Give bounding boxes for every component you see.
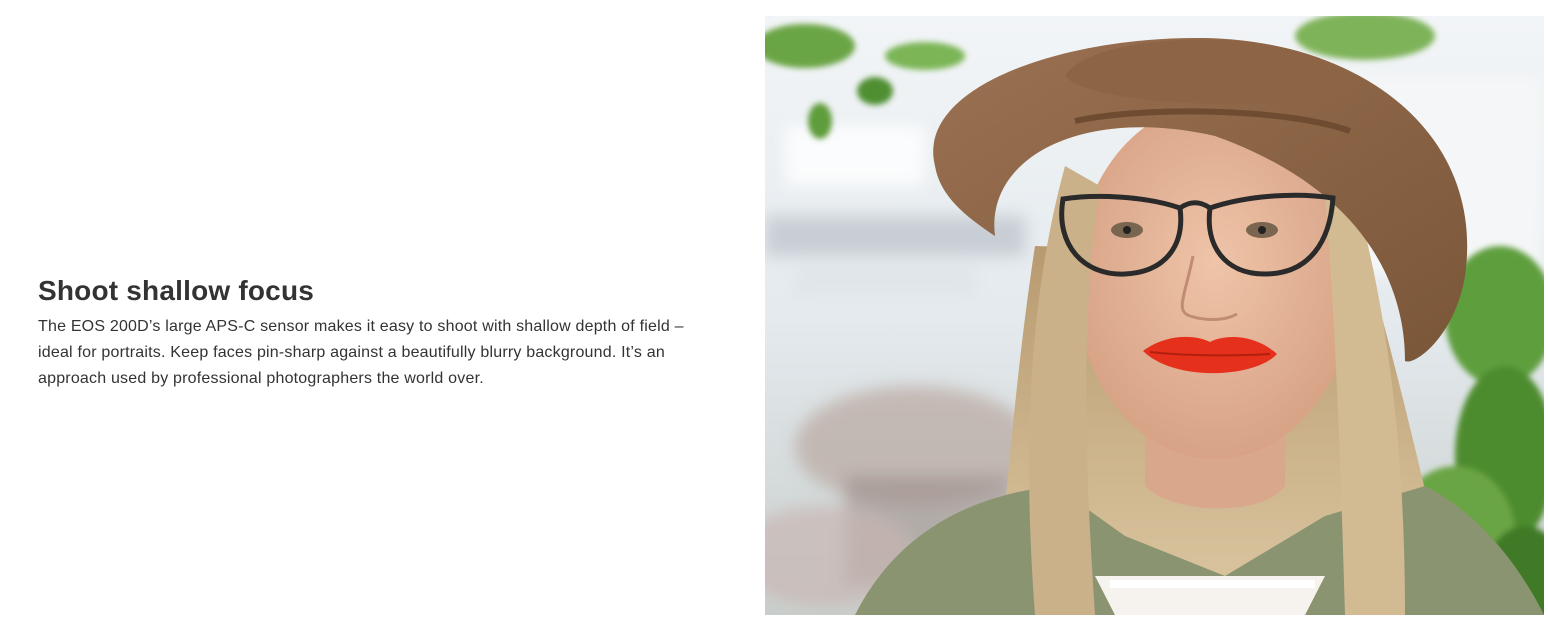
portrait-photo	[765, 16, 1544, 615]
section-title: Shoot shallow focus	[38, 275, 315, 306]
feature-section: Shoot shallow focus The EOS 200D’s large…	[0, 0, 1548, 636]
portrait-illustration	[765, 16, 1544, 615]
feature-copy: Shoot shallow focus The EOS 200D’s large…	[38, 272, 698, 392]
section-description: The EOS 200D’s large APS-C sensor makes …	[38, 318, 684, 387]
